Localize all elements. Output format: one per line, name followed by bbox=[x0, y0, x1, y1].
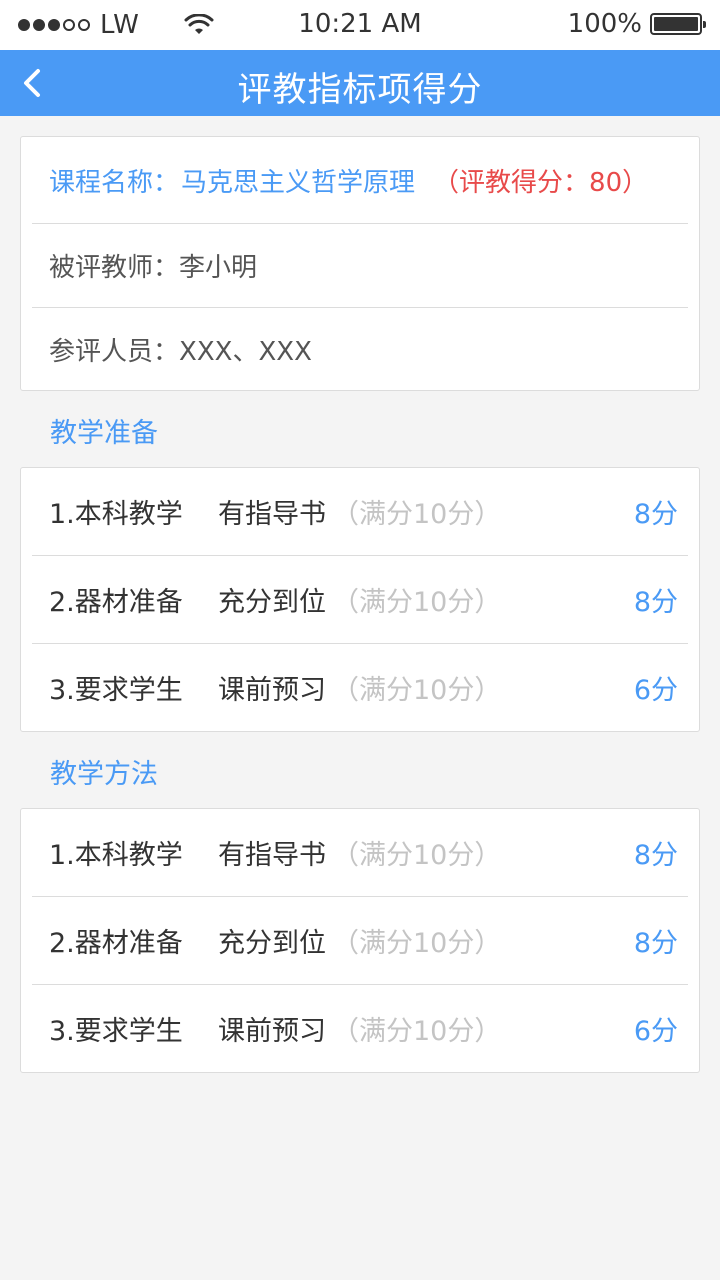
indicator-row[interactable]: 3.要求学生 课前预习 （满分10分） 6分 bbox=[32, 644, 688, 731]
course-label: 课程名称： bbox=[49, 167, 180, 198]
course-row: 课程名称： 马克思主义哲学原理 （评教得分：80） bbox=[32, 137, 688, 224]
indicator-row[interactable]: 1.本科教学 有指导书 （满分10分） 8分 bbox=[32, 468, 688, 556]
indicator-full-score: （满分10分） bbox=[332, 675, 502, 706]
indicator-row[interactable]: 2.器材准备 充分到位 （满分10分） 8分 bbox=[32, 897, 688, 985]
indicator-name: 2.器材准备 bbox=[49, 587, 183, 618]
indicator-row[interactable]: 2.器材准备 充分到位 （满分10分） 8分 bbox=[32, 556, 688, 644]
indicator-desc: 有指导书 bbox=[218, 840, 326, 871]
section-title-method: 教学方法 bbox=[50, 759, 158, 790]
indicator-score: 8分 bbox=[633, 587, 678, 618]
teacher-label: 被评教师： bbox=[49, 253, 180, 283]
indicator-name: 1.本科教学 bbox=[49, 499, 183, 530]
indicator-full-score: （满分10分） bbox=[332, 928, 502, 959]
status-right: 100% bbox=[567, 9, 706, 39]
page-title: 评教指标项得分 bbox=[237, 70, 483, 110]
nav-bar: 评教指标项得分 bbox=[0, 50, 720, 116]
indicator-score: 8分 bbox=[633, 499, 678, 530]
teacher-name: 李小明 bbox=[179, 253, 258, 283]
indicator-name: 3.要求学生 bbox=[49, 1016, 183, 1047]
indicator-score: 6分 bbox=[633, 1016, 678, 1047]
battery-icon bbox=[650, 13, 706, 35]
indicator-full-score: （满分10分） bbox=[332, 840, 502, 871]
battery-percent: 100% bbox=[567, 9, 642, 39]
evaluation-score: （评教得分：80） bbox=[433, 167, 649, 198]
participants-label: 参评人员： bbox=[49, 336, 180, 367]
participants-value: XXX、XXX bbox=[179, 336, 312, 367]
indicator-desc: 课前预习 bbox=[218, 1016, 326, 1047]
indicator-score: 8分 bbox=[633, 928, 678, 959]
indicator-score: 6分 bbox=[633, 675, 678, 706]
status-bar: LW 10:21 AM 100% bbox=[0, 0, 720, 50]
section-title-preparation: 教学准备 bbox=[50, 418, 158, 449]
indicator-full-score: （满分10分） bbox=[332, 499, 502, 530]
section-card-method: 1.本科教学 有指导书 （满分10分） 8分 2.器材准备 充分到位 （满分10… bbox=[20, 808, 700, 1073]
course-info-card: 课程名称： 马克思主义哲学原理 （评教得分：80） 被评教师： 李小明 参评人员… bbox=[20, 136, 700, 391]
indicator-row[interactable]: 1.本科教学 有指导书 （满分10分） 8分 bbox=[32, 809, 688, 897]
indicator-desc: 课前预习 bbox=[218, 675, 326, 706]
indicator-full-score: （满分10分） bbox=[332, 1016, 502, 1047]
participants-row: 参评人员： XXX、XXX bbox=[32, 308, 688, 390]
indicator-desc: 有指导书 bbox=[218, 499, 326, 530]
indicator-row[interactable]: 3.要求学生 课前预习 （满分10分） 6分 bbox=[32, 985, 688, 1072]
indicator-name: 1.本科教学 bbox=[49, 840, 183, 871]
indicator-name: 3.要求学生 bbox=[49, 675, 183, 706]
course-name: 马克思主义哲学原理 bbox=[181, 167, 416, 198]
indicator-score: 8分 bbox=[633, 840, 678, 871]
indicator-name: 2.器材准备 bbox=[49, 928, 183, 959]
indicator-full-score: （满分10分） bbox=[332, 587, 502, 618]
indicator-desc: 充分到位 bbox=[218, 587, 326, 618]
section-card-preparation: 1.本科教学 有指导书 （满分10分） 8分 2.器材准备 充分到位 （满分10… bbox=[20, 467, 700, 732]
teacher-row: 被评教师： 李小明 bbox=[32, 224, 688, 308]
indicator-desc: 充分到位 bbox=[218, 928, 326, 959]
